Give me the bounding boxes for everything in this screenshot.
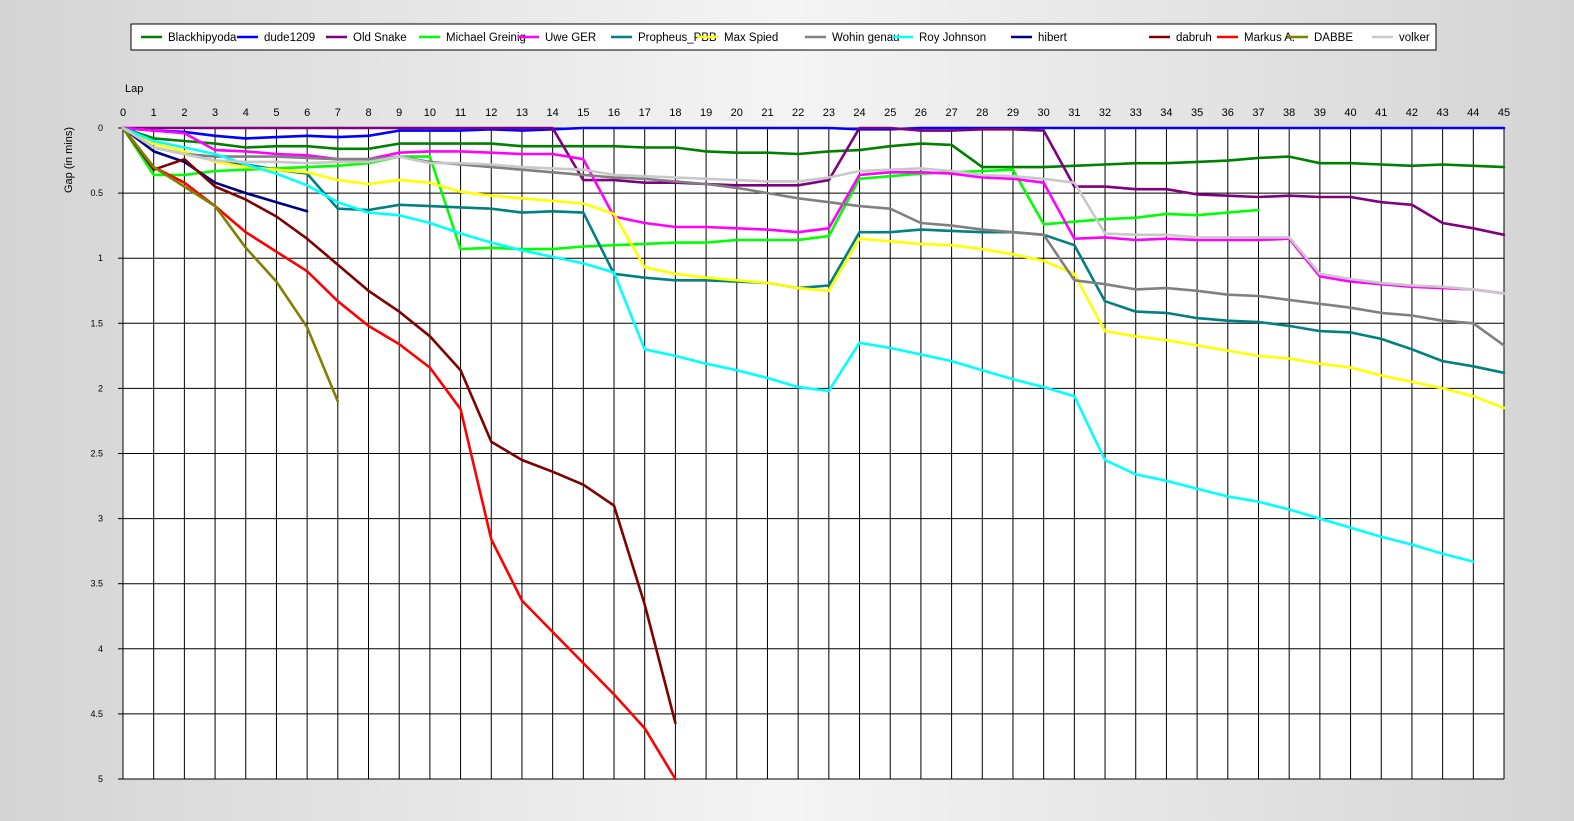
y-tick-label: 0.5 — [90, 188, 103, 198]
legend-label: Max Spied — [724, 32, 778, 44]
x-tick-label: 40 — [1344, 107, 1356, 119]
legend-label: Blackhipyoda — [168, 32, 237, 44]
x-tick-label: 23 — [823, 107, 835, 119]
x-tick-label: 34 — [1160, 107, 1172, 119]
x-tick-label: 41 — [1375, 107, 1387, 119]
x-tick-label: 24 — [853, 107, 865, 119]
x-tick-label: 37 — [1252, 107, 1264, 119]
x-tick-label: 20 — [731, 107, 743, 119]
x-tick-label: 5 — [273, 107, 279, 119]
legend-label: hibert — [1038, 32, 1068, 44]
x-tick-label: 10 — [424, 107, 436, 119]
x-tick-label: 42 — [1406, 107, 1418, 119]
x-tick-label: 4 — [243, 107, 249, 119]
x-tick-label: 27 — [945, 107, 957, 119]
y-tick-label: 3 — [98, 514, 103, 524]
x-tick-label: 3 — [212, 107, 218, 119]
y-tick-label: 1.5 — [90, 318, 103, 328]
legend-label: Michael Greinig — [446, 32, 526, 44]
legend-label: Uwe GER — [545, 32, 596, 44]
x-tick-label: 11 — [455, 107, 466, 119]
y-tick-label: 4 — [98, 644, 103, 654]
lap-gap-chart: Blackhipyoda dude1209 Old Snake Michael Gre… — [63, 23, 1510, 784]
x-tick-label: 33 — [1130, 107, 1142, 119]
x-tick-label: 7 — [335, 107, 341, 119]
x-tick-label: 14 — [547, 107, 559, 119]
legend-label: Old Snake — [353, 32, 407, 44]
legend-label: volker — [1399, 32, 1430, 44]
x-tick-label: 8 — [365, 107, 371, 119]
x-tick-label: 13 — [516, 107, 528, 119]
x-tick-label: 9 — [396, 107, 402, 119]
x-tick-label: 21 — [761, 107, 773, 119]
x-tick-label: 26 — [915, 107, 927, 119]
legend-label: Roy Johnson — [919, 32, 986, 44]
x-tick-label: 43 — [1436, 107, 1448, 119]
x-tick-label: 0 — [120, 107, 126, 119]
x-tick-label: 36 — [1222, 107, 1234, 119]
legend-label: Wohin genau — [832, 32, 900, 44]
chart-root: Blackhipyoda dude1209 Old Snake Michael Gre… — [0, 0, 1574, 816]
y-tick-label: 5 — [98, 774, 103, 784]
x-tick-label: 30 — [1038, 107, 1050, 119]
x-tick-label: 12 — [485, 107, 497, 119]
y-tick-label: 4.5 — [90, 709, 103, 719]
x-tick-label: 29 — [1007, 107, 1019, 119]
legend-label: DABBE — [1314, 32, 1353, 44]
x-axis-title: Lap — [125, 83, 143, 95]
plot-area: 0 1 2 3 4 5 6 7 8 9 10 11 12 13 14 15 16 17 18 19 20 21 22 23 24… — [63, 83, 1510, 784]
y-tick-label: 1 — [98, 253, 103, 263]
x-tick-label: 28 — [976, 107, 988, 119]
x-tick-label: 17 — [639, 107, 651, 119]
legend-label: dabruh — [1176, 32, 1212, 44]
legend: Blackhipyoda dude1209 Old Snake Michael Gre… — [130, 23, 1437, 51]
x-tick-label: 22 — [792, 107, 804, 119]
x-tick-label: 18 — [669, 107, 681, 119]
x-tick-label: 45 — [1498, 107, 1510, 119]
x-tick-label: 1 — [151, 107, 157, 119]
x-tick-label: 39 — [1314, 107, 1326, 119]
x-tick-label: 16 — [608, 107, 620, 119]
x-tick-label: 2 — [181, 107, 187, 119]
legend-label: dude1209 — [264, 32, 315, 44]
x-tick-label: 44 — [1467, 107, 1479, 119]
x-tick-label: 31 — [1068, 107, 1080, 119]
x-tick-label: 15 — [577, 107, 589, 119]
x-tick-label: 38 — [1283, 107, 1295, 119]
x-tick-label: 35 — [1191, 107, 1203, 119]
y-tick-label: 2.5 — [90, 449, 103, 459]
x-tick-label: 19 — [700, 107, 712, 119]
x-tick-label: 25 — [884, 107, 896, 119]
y-tick-label: 3.5 — [90, 579, 103, 589]
y-axis-title: Gap (in mins) — [63, 127, 75, 193]
x-tick-label: 6 — [304, 107, 310, 119]
y-tick-label: 0 — [98, 123, 103, 133]
x-tick-label: 32 — [1099, 107, 1111, 119]
y-tick-label: 2 — [98, 383, 103, 393]
